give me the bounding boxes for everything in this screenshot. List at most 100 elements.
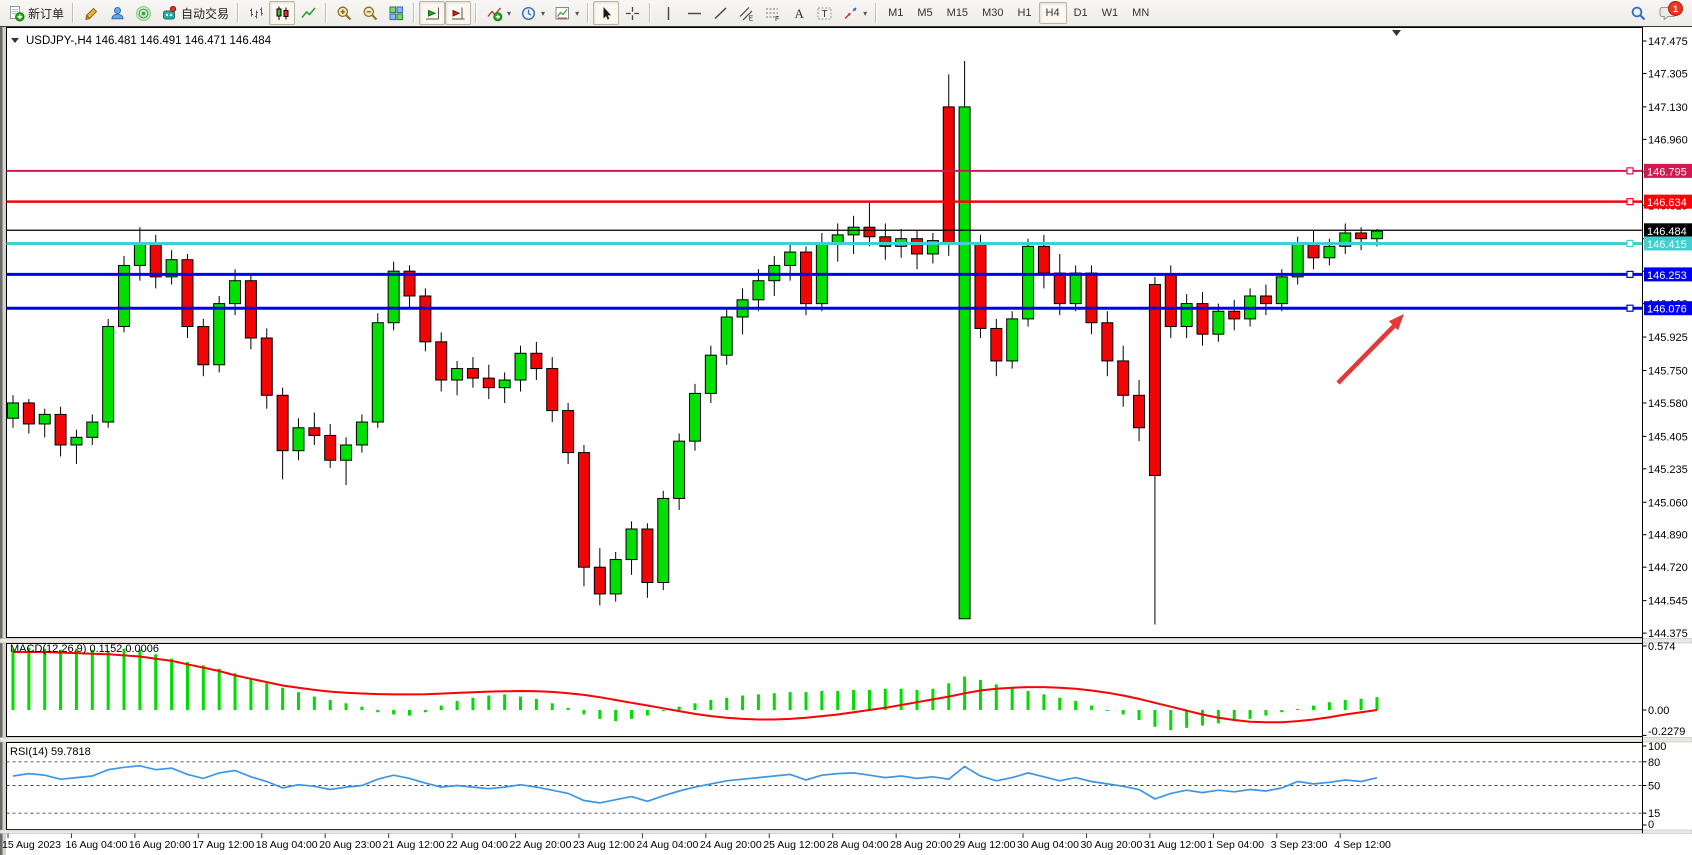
candle-down <box>467 369 478 379</box>
search-button[interactable] <box>1625 1 1651 25</box>
crosshair-button[interactable] <box>619 1 645 25</box>
candle-up <box>515 353 526 380</box>
panel-separator[interactable] <box>0 639 1692 644</box>
timeframe-m1-button[interactable]: M1 <box>881 2 910 24</box>
timeframe-d1-button[interactable]: D1 <box>1067 2 1095 24</box>
macd-histogram-bar <box>154 654 157 710</box>
new-order-button[interactable]: 新订单 <box>3 1 68 25</box>
candlestick-chart-button[interactable] <box>269 1 295 25</box>
profiles-button[interactable] <box>104 1 130 25</box>
macd-histogram-bar <box>91 650 94 710</box>
hline-handle[interactable] <box>1627 168 1633 174</box>
timeframe-mn-button[interactable]: MN <box>1125 2 1156 24</box>
macd-histogram-bar <box>741 696 744 710</box>
date-label: 20 Aug 23:00 <box>319 839 381 851</box>
svg-text:F: F <box>775 16 779 22</box>
macd-histogram-bar <box>313 697 316 710</box>
templates-button[interactable]: ▾ <box>549 1 583 25</box>
candle-up <box>1007 319 1018 361</box>
candle-down <box>55 414 66 445</box>
date-label: 21 Aug 12:00 <box>383 839 445 851</box>
line-chart-icon <box>299 4 317 22</box>
price-tick-label: 144.375 <box>1648 628 1688 640</box>
timeframe-m15-button[interactable]: M15 <box>940 2 975 24</box>
price-tag-label: 146.795 <box>1647 166 1687 178</box>
candle-down <box>547 369 558 411</box>
candle-up <box>689 393 700 441</box>
macd-histogram-bar <box>1249 710 1252 719</box>
candle-down <box>563 411 574 453</box>
candle-up <box>705 355 716 393</box>
horizontal-line-button[interactable] <box>681 1 707 25</box>
arrows-button[interactable]: ▾ <box>837 1 871 25</box>
macd-histogram-bar <box>836 691 839 710</box>
fibonacci-icon: F <box>763 4 781 22</box>
tile-windows-button[interactable] <box>383 1 409 25</box>
candle-up <box>610 560 621 594</box>
candle-down <box>261 338 272 395</box>
panel-separator <box>0 830 1692 834</box>
chevron-down-icon: ▾ <box>541 9 545 18</box>
trendline-button[interactable] <box>707 1 733 25</box>
candle-up <box>499 380 510 388</box>
date-label: 29 Aug 12:00 <box>954 839 1016 851</box>
horizontal-line-icon <box>685 4 703 22</box>
macd-histogram-bar <box>1264 710 1267 716</box>
chart-shift-button[interactable] <box>445 1 471 25</box>
vertical-line-button[interactable] <box>655 1 681 25</box>
fibonacci-button[interactable]: F <box>759 1 785 25</box>
candle-down <box>1149 285 1160 476</box>
zoom-out-button[interactable] <box>357 1 383 25</box>
zoom-in-button[interactable] <box>331 1 357 25</box>
indicators-button[interactable]: ▾ <box>481 1 515 25</box>
macd-histogram-bar <box>598 710 601 719</box>
line-chart-button[interactable] <box>295 1 321 25</box>
auto-scroll-button[interactable] <box>419 1 445 25</box>
autotrading-button[interactable]: 自动交易 <box>156 1 233 25</box>
hline-handle[interactable] <box>1627 305 1633 311</box>
candle-up <box>214 304 225 365</box>
indicators-icon <box>485 4 503 22</box>
candle-down <box>1118 361 1129 395</box>
price-tick-label: 145.750 <box>1648 365 1688 377</box>
rsi-axis-label: 0 <box>1648 819 1654 831</box>
macd-histogram-bar <box>1360 699 1363 710</box>
hline-handle[interactable] <box>1627 199 1633 205</box>
styles-button[interactable] <box>78 1 104 25</box>
macd-histogram-bar <box>693 703 696 710</box>
strategy-tester-button[interactable] <box>130 1 156 25</box>
date-label: 23 Aug 12:00 <box>573 839 635 851</box>
hline-handle[interactable] <box>1627 240 1633 246</box>
candle-down <box>1260 296 1271 304</box>
bar-chart-icon <box>247 4 265 22</box>
panel-separator[interactable] <box>0 738 1692 743</box>
periods-button[interactable]: ▾ <box>515 1 549 25</box>
text-label-button[interactable]: T <box>811 1 837 25</box>
chevron-down-icon: ▾ <box>575 9 579 18</box>
date-label: 24 Aug 20:00 <box>700 839 762 851</box>
timeframe-m30-button[interactable]: M30 <box>975 2 1010 24</box>
equidistant-channel-button[interactable]: E <box>733 1 759 25</box>
svg-text:T: T <box>821 9 827 20</box>
macd-histogram-bar <box>329 700 332 710</box>
cursor-button[interactable] <box>593 1 619 25</box>
macd-histogram-bar <box>1153 710 1156 727</box>
macd-label: MACD(12,26,9) 0.1152 0.0006 <box>10 643 159 655</box>
candle-up <box>848 227 859 235</box>
candle-up <box>721 317 732 355</box>
hline-handle[interactable] <box>1627 271 1633 277</box>
timeframe-h4-button[interactable]: H4 <box>1039 2 1067 24</box>
toolbar-separator <box>649 3 651 23</box>
timeframe-h1-button[interactable]: H1 <box>1010 2 1038 24</box>
macd-histogram-bar <box>123 649 126 710</box>
timeframe-m5-button[interactable]: M5 <box>910 2 939 24</box>
chart-area[interactable]: 147.475147.305147.130146.960146.790146.6… <box>0 27 1692 855</box>
notifications-button[interactable]: 1 <box>1655 1 1681 25</box>
styles-icon <box>82 4 100 22</box>
candle-up <box>1276 277 1287 304</box>
text-button[interactable]: A <box>785 1 811 25</box>
candle-down <box>182 260 193 327</box>
bar-chart-button[interactable] <box>243 1 269 25</box>
timeframe-w1-button[interactable]: W1 <box>1095 2 1126 24</box>
macd-histogram-bar <box>107 651 110 710</box>
